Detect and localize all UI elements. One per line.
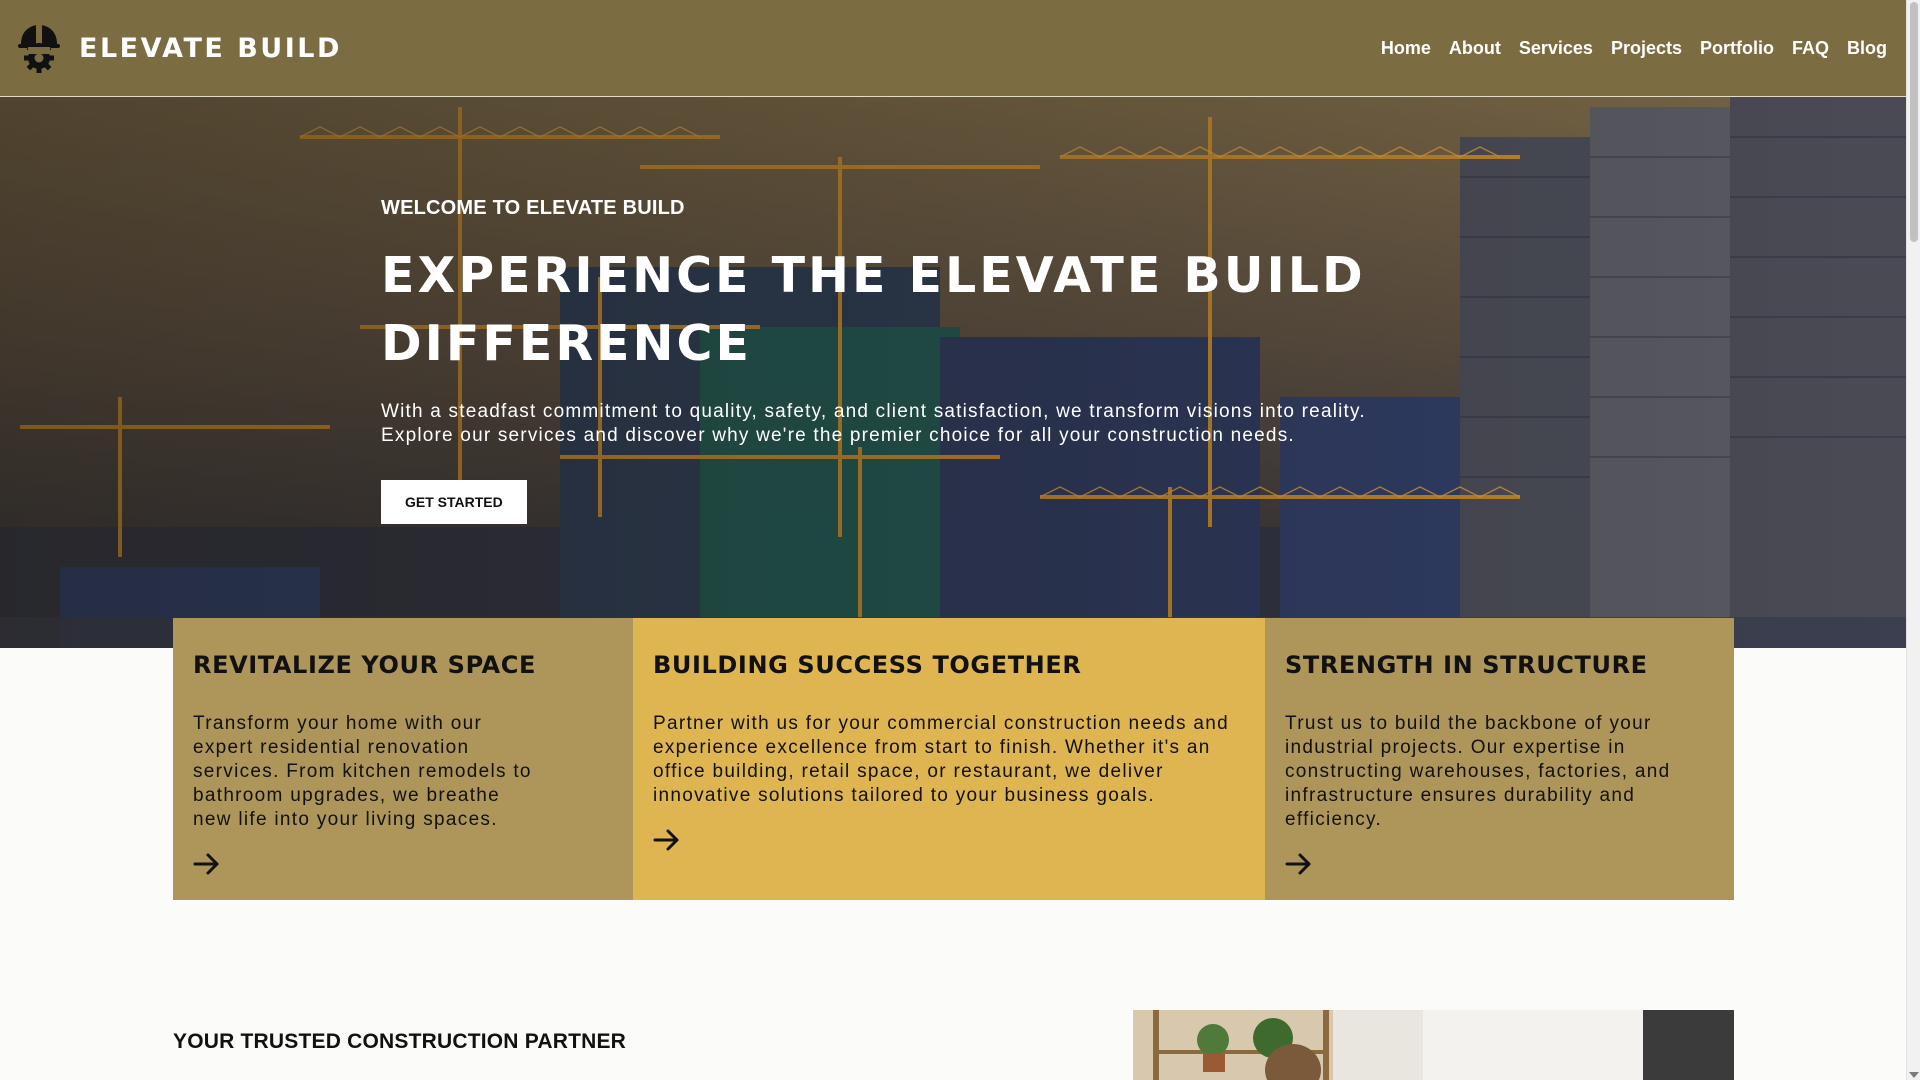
brand-name: ELEVATE BUILD [79,32,342,64]
hero-title: EXPERIENCE THE ELEVATE BUILD DIFFERENCE [381,247,1366,372]
nav-item-blog[interactable]: Blog [1847,38,1887,59]
hero-eyebrow: WELCOME TO ELEVATE BUILD [381,197,685,219]
arrow-right-icon[interactable] [1285,850,1313,878]
card-commercial: BUILDING SUCCESS TOGETHER Partner with u… [633,618,1265,900]
arrow-right-icon[interactable] [653,826,681,854]
partner-heading: YOUR TRUSTED CONSTRUCTION PARTNER [173,1030,627,1053]
card-text: Partner with us for your commercial cons… [653,713,1229,806]
nav-item-faq[interactable]: FAQ [1792,38,1829,59]
partner-image [1133,1010,1734,1080]
hardhat-gear-icon [18,25,60,73]
card-title: REVITALIZE YOUR SPACE [193,651,536,679]
nav-item-about[interactable]: About [1449,38,1501,59]
site-header: ELEVATE BUILD Home About Services Projec… [0,0,1906,97]
nav-item-home[interactable]: Home [1381,38,1431,59]
nav-item-projects[interactable]: Projects [1611,38,1682,59]
page-scrollbar[interactable] [1906,0,1920,1080]
service-cards: REVITALIZE YOUR SPACE Transform your hom… [173,618,1734,900]
nav-item-services[interactable]: Services [1519,38,1593,59]
scroll-down-arrow-icon[interactable] [1909,1072,1919,1078]
arrow-right-icon[interactable] [193,850,221,878]
hero-description: With a steadfast commitment to quality, … [381,401,1366,446]
nav-item-portfolio[interactable]: Portfolio [1700,38,1774,59]
card-title: BUILDING SUCCESS TOGETHER [653,651,1082,679]
card-industrial: STRENGTH IN STRUCTURE Trust us to build … [1265,618,1734,900]
card-title: STRENGTH IN STRUCTURE [1285,651,1648,679]
card-text: Trust us to build the backbone of your i… [1285,713,1671,830]
hero-section: WELCOME TO ELEVATE BUILD EXPERIENCE THE … [0,97,1906,648]
brand[interactable]: ELEVATE BUILD [17,22,342,74]
scrollbar-thumb[interactable] [1910,2,1918,242]
get-started-button[interactable]: GET STARTED [381,480,527,524]
hero-content: WELCOME TO ELEVATE BUILD EXPERIENCE THE … [381,197,1401,524]
card-residential: REVITALIZE YOUR SPACE Transform your hom… [173,618,633,900]
main-nav: Home About Services Projects Portfolio F… [1381,38,1887,59]
card-text: Transform your home with our expert resi… [193,713,532,830]
interior-photo [1133,1010,1734,1080]
